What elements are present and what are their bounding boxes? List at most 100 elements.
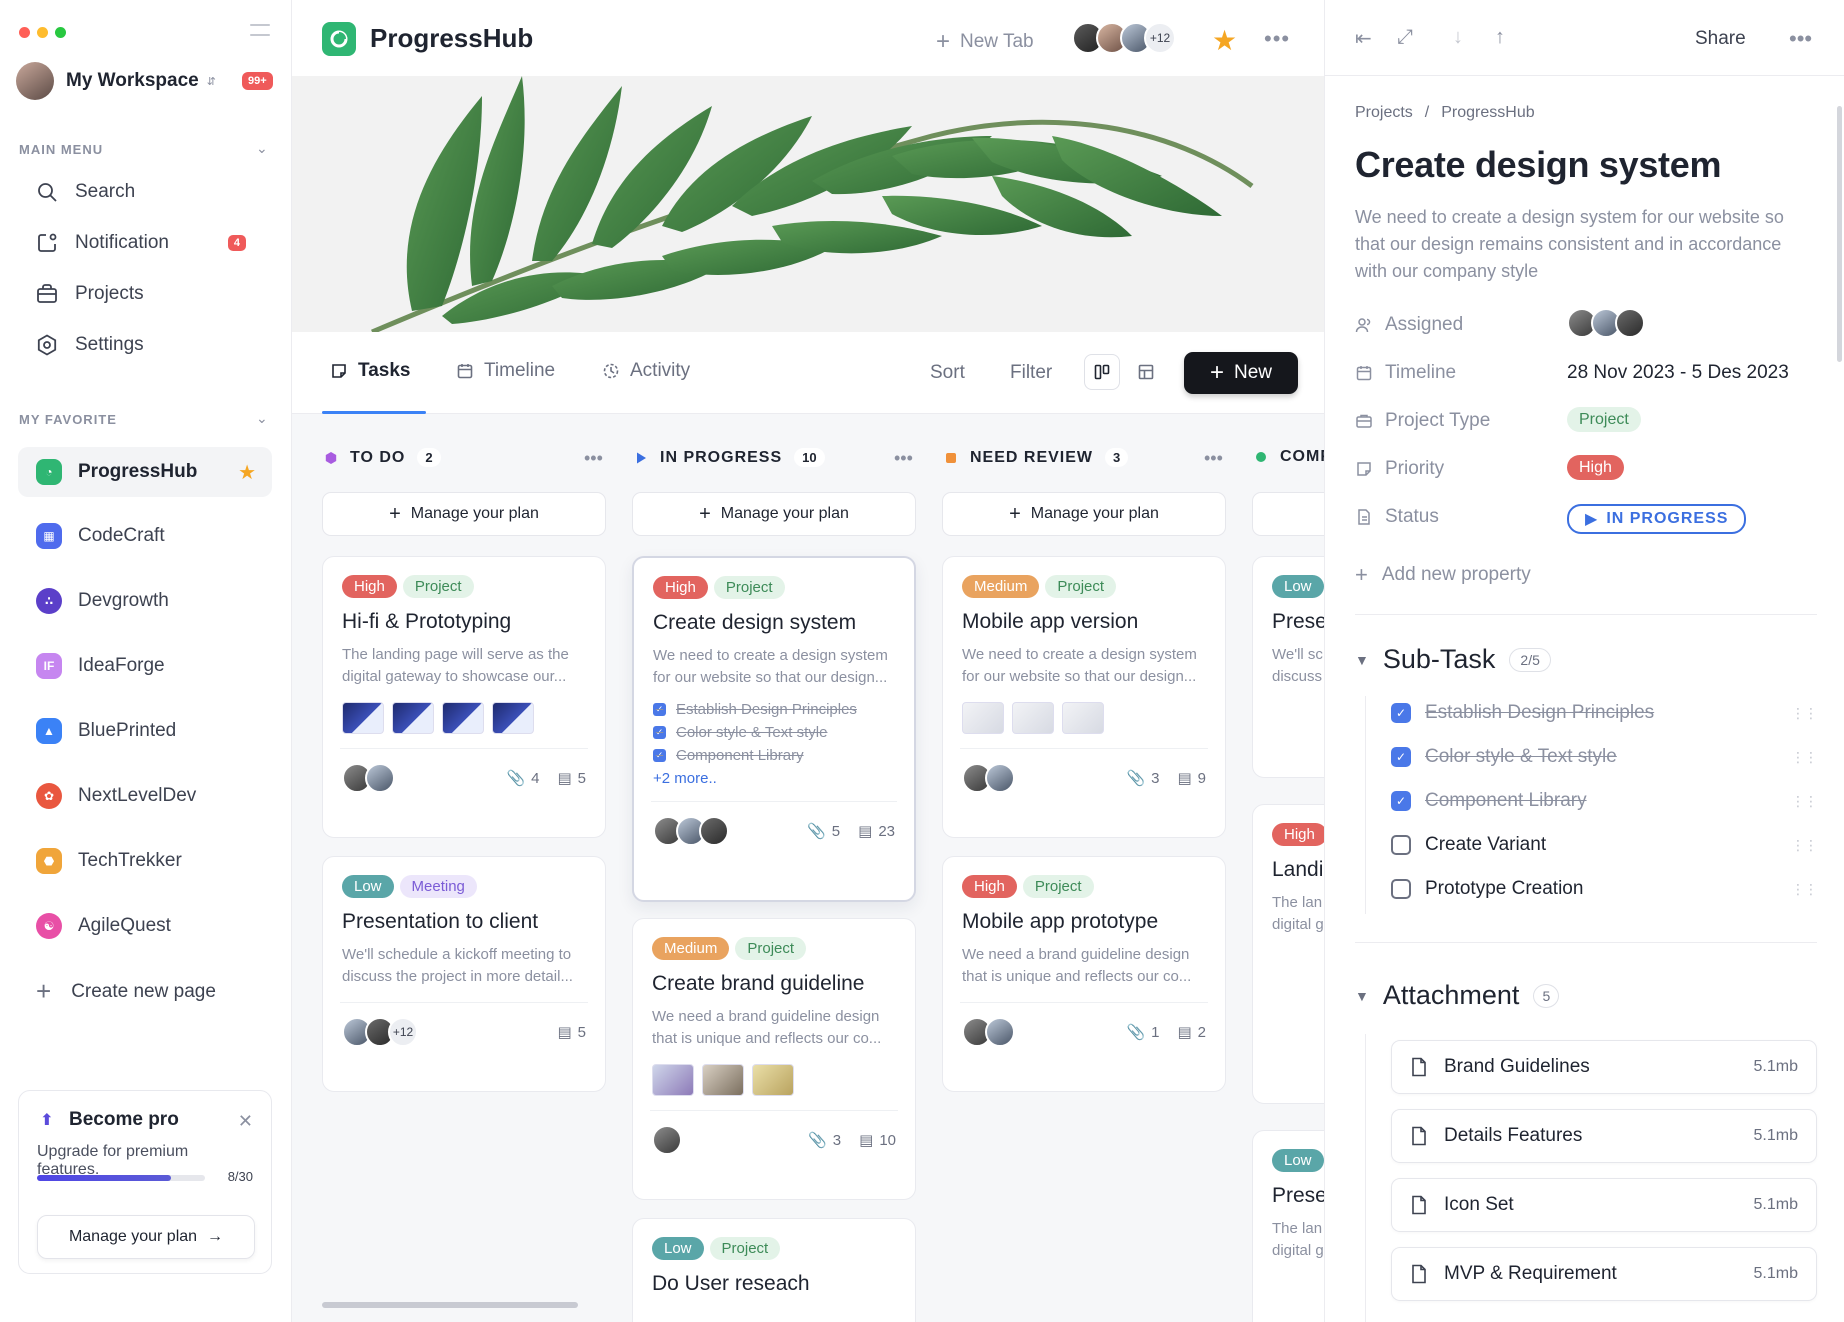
- drag-handle-icon[interactable]: ⋮⋮: [1791, 837, 1818, 854]
- favorite-item-agilequest[interactable]: ☯ AgileQuest: [18, 901, 272, 951]
- checklist-item[interactable]: ✓ Component Library: [653, 747, 895, 764]
- task-card[interactable]: Low Meeting Presentation to client We'll…: [322, 856, 606, 1092]
- checklist-item[interactable]: ✓ Establish Design Principles: [653, 701, 895, 718]
- subtask-item[interactable]: ✓ Color style & Text style ⋮⋮: [1391, 746, 1818, 768]
- attachment-item[interactable]: Brand Guidelines 5.1mb: [1391, 1040, 1817, 1094]
- task-card-selected[interactable]: High Project Create design system We nee…: [632, 556, 916, 902]
- subtask-item[interactable]: ✓ Component Library ⋮⋮: [1391, 790, 1818, 812]
- checkbox-checked[interactable]: ✓: [1391, 791, 1411, 811]
- checkbox-checked[interactable]: ✓: [1391, 747, 1411, 767]
- sort-button[interactable]: Sort: [930, 362, 965, 384]
- task-card[interactable]: High Project Mobile app prototype We nee…: [942, 856, 1226, 1092]
- manage-plan-button[interactable]: Manage your plan →: [37, 1215, 255, 1259]
- task-description[interactable]: We need to create a design system for ou…: [1355, 204, 1815, 285]
- timeline-value[interactable]: 28 Nov 2023 - 5 Des 2023: [1567, 362, 1789, 384]
- table-view-icon[interactable]: [1128, 354, 1164, 390]
- checkbox-checked[interactable]: ✓: [1391, 703, 1411, 723]
- subtask-item[interactable]: Create Variant ⋮⋮: [1391, 834, 1818, 856]
- favorite-item-devgrowth[interactable]: ∴ Devgrowth: [18, 576, 272, 626]
- tab-timeline[interactable]: Timeline: [456, 360, 555, 382]
- minimize-window-button[interactable]: [37, 27, 48, 38]
- more-icon[interactable]: •••: [1789, 26, 1812, 52]
- subtask-header[interactable]: ▼ Sub-Task 2/5: [1355, 644, 1551, 675]
- tab-tasks[interactable]: Tasks: [330, 360, 410, 382]
- star-icon[interactable]: ★: [1212, 24, 1237, 57]
- task-card[interactable]: Low Project Do User reseach: [632, 1218, 916, 1322]
- horizontal-scrollbar[interactable]: [322, 1302, 578, 1308]
- manage-plan-button[interactable]: + Manage your plan: [942, 492, 1226, 536]
- vertical-scrollbar[interactable]: [1837, 106, 1842, 362]
- drag-handle-icon[interactable]: ⋮⋮: [1791, 793, 1818, 810]
- breadcrumb-projects[interactable]: Projects: [1355, 104, 1413, 121]
- attachment-item[interactable]: Icon Set 5.1mb: [1391, 1178, 1817, 1232]
- more-icon[interactable]: •••: [1204, 448, 1223, 469]
- subtask-item[interactable]: Prototype Creation ⋮⋮: [1391, 878, 1818, 900]
- favorite-item-ideaforge[interactable]: IF IdeaForge: [18, 641, 272, 691]
- create-page-button[interactable]: + Create new page: [36, 976, 216, 1007]
- chevron-down-icon[interactable]: ⌄: [256, 140, 268, 157]
- task-card[interactable]: High Landi The lan digital g: [1252, 804, 1324, 1104]
- close-window-button[interactable]: [19, 27, 30, 38]
- sidebar-item-search[interactable]: Search: [18, 169, 272, 215]
- paperclip-icon: 📎: [807, 823, 826, 840]
- new-task-button[interactable]: + New: [1184, 352, 1298, 394]
- column-title: NEED REVIEW: [970, 448, 1094, 466]
- more-icon[interactable]: •••: [584, 448, 603, 469]
- add-property-button[interactable]: + Add new property: [1355, 562, 1531, 588]
- attachment-item[interactable]: MVP & Requirement 5.1mb: [1391, 1247, 1817, 1301]
- status-pill[interactable]: ▶ IN PROGRESS: [1567, 504, 1747, 534]
- sidebar-item-settings[interactable]: Settings: [18, 322, 272, 368]
- breadcrumb-progresshub[interactable]: ProgressHub: [1441, 104, 1534, 121]
- manage-plan-button[interactable]: [1252, 492, 1324, 536]
- board-view-icon[interactable]: [1084, 354, 1120, 390]
- checklist-item[interactable]: ✓ Color style & Text style: [653, 724, 895, 741]
- new-tab-button[interactable]: + New Tab: [936, 28, 1034, 56]
- task-card[interactable]: High Project Hi-fi & Prototyping The lan…: [322, 556, 606, 838]
- priority-tag[interactable]: High: [1567, 455, 1624, 480]
- manage-plan-button[interactable]: + Manage your plan: [322, 492, 606, 536]
- collaborators[interactable]: +12: [1072, 22, 1176, 54]
- favorite-item-blueprinted[interactable]: ▲ BluePrinted: [18, 706, 272, 756]
- filter-button[interactable]: Filter: [1010, 362, 1052, 384]
- favorite-item-codecraft[interactable]: ▦ CodeCraft: [18, 511, 272, 561]
- task-card[interactable]: Medium Project Create brand guideline We…: [632, 918, 916, 1200]
- task-card[interactable]: Medium Project Mobile app version We nee…: [942, 556, 1226, 838]
- more-icon[interactable]: •••: [1264, 26, 1290, 52]
- task-title[interactable]: Create design system: [1355, 144, 1721, 186]
- task-card[interactable]: Low Prese The lan digital g: [1252, 1130, 1324, 1322]
- task-card[interactable]: Low Prese We'll sc discuss: [1252, 556, 1324, 778]
- sidebar-item-notification[interactable]: Notification 4: [18, 220, 272, 266]
- more-checklist-link[interactable]: +2 more..: [653, 770, 895, 787]
- share-button[interactable]: Share: [1695, 28, 1746, 50]
- drag-handle-icon[interactable]: ⋮⋮: [1791, 749, 1818, 766]
- manage-plan-button[interactable]: + Manage your plan: [632, 492, 916, 536]
- more-icon[interactable]: •••: [894, 448, 913, 469]
- subtask-item[interactable]: ✓ Establish Design Principles ⋮⋮: [1391, 702, 1818, 724]
- attachment-header[interactable]: ▼ Attachment 5: [1355, 980, 1560, 1011]
- sidebar-toggle-icon[interactable]: [250, 24, 270, 40]
- close-icon[interactable]: ✕: [238, 1111, 253, 1132]
- arrow-up-icon[interactable]: ↑: [1495, 26, 1505, 49]
- tab-activity[interactable]: Activity: [602, 360, 690, 382]
- star-icon[interactable]: ★: [238, 460, 256, 485]
- favorite-item-nextleveldev[interactable]: ✿ NextLevelDev: [18, 771, 272, 821]
- type-tag: Project: [402, 575, 474, 598]
- project-type-tag[interactable]: Project: [1567, 407, 1641, 432]
- favorite-item-progresshub[interactable]: ◔ ProgressHub ★: [18, 447, 272, 497]
- sidebar-item-projects[interactable]: Projects: [18, 271, 272, 317]
- assigned-avatars[interactable]: [1567, 308, 1645, 338]
- collapse-panel-icon[interactable]: ⇤: [1355, 26, 1372, 51]
- checkbox-unchecked[interactable]: [1391, 835, 1411, 855]
- search-icon: [38, 183, 57, 202]
- drag-handle-icon[interactable]: ⋮⋮: [1791, 881, 1818, 898]
- arrow-down-icon[interactable]: ↓: [1453, 26, 1463, 49]
- chevron-down-icon[interactable]: ⌄: [256, 410, 268, 427]
- checkbox-unchecked[interactable]: [1391, 879, 1411, 899]
- attachment-item[interactable]: Details Features 5.1mb: [1391, 1109, 1817, 1163]
- create-page-label: Create new page: [71, 980, 216, 1002]
- workspace-switcher[interactable]: My Workspace ⇵: [16, 62, 216, 100]
- expand-icon[interactable]: ⤢: [1397, 26, 1413, 49]
- drag-handle-icon[interactable]: ⋮⋮: [1791, 705, 1818, 722]
- favorite-item-techtrekker[interactable]: ⬣ TechTrekker: [18, 836, 272, 886]
- maximize-window-button[interactable]: [55, 27, 66, 38]
